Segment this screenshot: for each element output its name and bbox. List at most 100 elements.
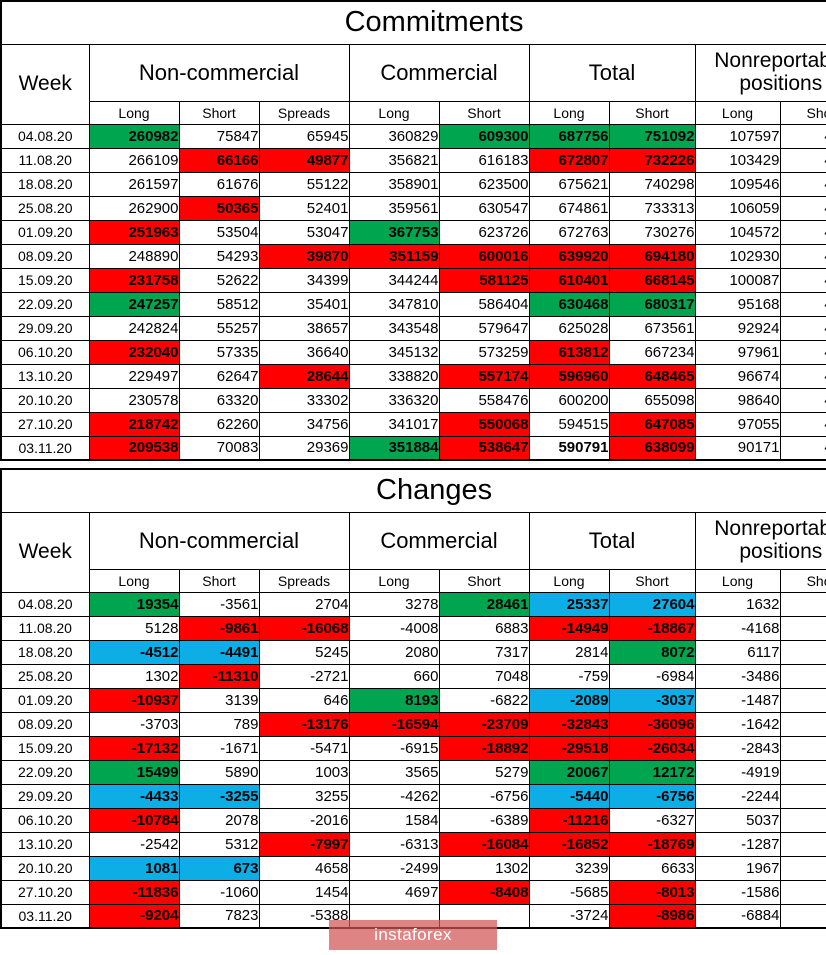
sub-header-row: Long Short Spreads Long Short Long Short Long Sh… [1,568,826,593]
cell-week: 04.08.20 [0,591,90,617]
cell-value: 102930 [694,243,781,269]
cell-value: -6313 [348,831,440,857]
tables-host: Commitments Week Non-commercial Commercial T… [0,0,826,929]
cell-value: 623500 [438,171,530,197]
cot-report-sheet: Commitments Week Non-commercial Commercial T… [0,0,826,955]
cell-value: -16084 [438,831,530,857]
cell-value: 29369 [258,435,350,461]
cell-value: 660 [348,663,440,689]
cell-value: 19354 [88,591,180,617]
cell-value: -8013 [608,879,696,905]
cell-value [438,903,530,929]
subcolumn-header-long: Long [528,100,610,125]
cell-value: 360829 [348,123,440,149]
cell-value: 573259 [438,339,530,365]
cell-value: 3565 [348,759,440,785]
table-row: 01.09.20 251963 53504 53047 367753 623726 6727… [0,219,826,245]
cell-value: 616183 [438,147,530,173]
cell-value: -6756 [438,783,530,809]
cell-value: 345132 [348,339,440,365]
cell-value: 609300 [438,123,530,149]
group-header-nonreportable-positions: Nonreportable positions [694,43,826,102]
table-row: 03.11.20-92047823-5388 -3724-8986-6884-16… [0,903,826,929]
cell-value: 107597 [694,123,781,149]
subcolumn-header-short: Short [779,568,826,593]
cell-value: 859 [779,639,826,665]
cell-value: -9204 [88,903,180,929]
cell-value: -1622 [779,903,826,929]
subcolumn-header-short: Short [438,100,530,125]
cell-week: 04.08.20 [0,123,90,149]
cell-value: -928 [779,783,826,809]
cell-value: 230578 [88,387,180,413]
cell-value: 610401 [528,267,610,293]
group-header-row: Week Non-commercial Commercial Total Nonrepo… [0,43,826,125]
cell-value: -759 [528,663,610,689]
table-row: 04.08.20 19354 -3561 2704 3278 28461 25337 2760… [0,591,826,617]
cell-value: -10784 [88,807,180,833]
cell-value: 70083 [178,435,260,461]
cell-value: -18769 [608,831,696,857]
cell-value: 3139 [178,687,260,713]
cell-value: 5128 [88,615,180,641]
cell-value: 55257 [178,315,260,341]
table-row: 29.09.20 242824 55257 38657 343548 579647 6250… [0,315,826,341]
cell-value: -1642 [694,711,781,737]
cell-value: 655098 [608,387,696,413]
cell-value: 2814 [528,639,610,665]
cell-value: 2078 [178,807,260,833]
cell-week: 15.09.20 [0,735,90,761]
cell-value: 44260 [779,123,826,149]
group-header-total: Total [528,43,696,102]
cell-value: 740298 [608,171,696,197]
cell-value: 672763 [528,219,610,245]
cell-value: 359561 [348,195,440,221]
cell-week: 03.11.20 [0,903,90,929]
cell-value: 62260 [178,411,260,437]
cell-value: 732226 [608,147,696,173]
cell-value: 347810 [348,291,440,317]
cell-value: -2721 [258,663,350,689]
cell-value: -26034 [608,735,696,761]
cell-value: 34399 [258,267,350,293]
subcolumn-header-spreads: Spreads [258,100,350,125]
cell-value: 39870 [258,243,350,269]
cell-value: 232040 [88,339,180,365]
cell-value: -8986 [608,903,696,929]
cell-value: 2975 [779,759,826,785]
cell-week: 06.10.20 [0,339,90,365]
cell-value: -4262 [348,783,440,809]
cell-value: 351884 [348,435,440,461]
cell-value: -5440 [528,783,610,809]
group-header-commercial: Commercial [348,511,530,570]
group-header-non-commercial: Non-commercial [88,43,350,102]
cell-value: 61676 [178,171,260,197]
table-title-row: Commitments [0,0,826,45]
table-row: 25.08.20 1302 -11310 -2721 660 7048 -759 -6984-… [0,663,826,689]
cell-week: 15.09.20 [0,267,90,293]
cell-value: 49877 [258,147,350,173]
cell-value: -4512 [88,639,180,665]
cell-value: 229497 [88,363,180,389]
cell-value: 594515 [528,411,610,437]
cell-week: 29.09.20 [0,315,90,341]
cell-value: 58512 [178,291,260,317]
cell-value: -4919 [694,759,781,785]
cell-value: 789 [178,711,260,737]
cell-value: 694180 [608,243,696,269]
cell-value: 1302 [88,663,180,689]
table-row: 06.10.20 232040 57335 36640 345132 573259 6138… [0,339,826,365]
cell-value: 27604 [608,591,696,617]
cell-value: 7823 [178,903,260,929]
subcolumn-header-long: Long [348,568,440,593]
group-header-nonreportable-positions: Nonreportable positions [694,511,826,570]
cell-value: 7048 [438,663,530,689]
cell-value: 733313 [608,195,696,221]
cell-value: -6756 [608,783,696,809]
cell-week: 13.10.20 [0,363,90,389]
cell-value: -29518 [528,735,610,761]
cell-value: 5037 [694,807,781,833]
cell-week: 25.08.20 [0,663,90,689]
table-row: 27.10.20 218742 62260 34756 341017 550068 5945… [0,411,826,437]
table-row: 29.09.20 -4433 -3255 3255 -4262 -6756 -5440 -67… [0,783,826,809]
